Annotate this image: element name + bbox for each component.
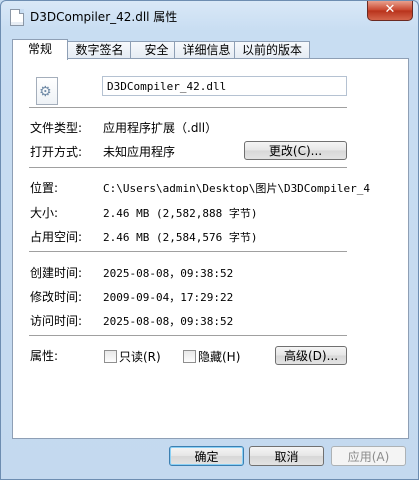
tab-previous-versions[interactable]: 以前的版本 <box>234 41 310 59</box>
properties-dialog: D3DCompiler_42.dll 属性 ✕ 常规 数字签名 安全 详细信息 … <box>0 0 419 480</box>
ok-button[interactable]: 确定 <box>169 446 244 466</box>
size-value: 2.46 MB (2,582,888 字节) <box>103 207 258 220</box>
attributes-label: 属性: <box>30 349 59 363</box>
file-type-value: 应用程序扩展（.dll） <box>103 121 218 135</box>
hidden-checkbox[interactable] <box>183 350 196 363</box>
general-tab-panel: D3DCompiler_42.dll 文件类型: 应用程序扩展（.dll） 打开… <box>12 58 409 439</box>
cancel-button[interactable]: 取消 <box>249 446 324 466</box>
accessed-label: 访问时间: <box>30 314 83 328</box>
modified-value: 2009-09-04，17:29:22 <box>103 291 234 304</box>
apply-button[interactable]: 应用(A) <box>331 446 406 466</box>
window-title: D3DCompiler_42.dll 属性 <box>30 10 178 24</box>
hidden-label[interactable]: 隐藏(H) <box>198 348 240 365</box>
size-on-disk-value: 2.46 MB (2,584,576 字节) <box>103 231 258 244</box>
location-label: 位置: <box>30 181 59 195</box>
accessed-value: 2025-08-08，09:38:52 <box>103 315 234 328</box>
opens-with-value: 未知应用程序 <box>103 145 176 159</box>
title-bar: D3DCompiler_42.dll 属性 ✕ <box>1 1 418 31</box>
file-icon <box>10 9 24 26</box>
size-label: 大小: <box>30 206 59 220</box>
file-type-label: 文件类型: <box>30 121 83 135</box>
location-value: C:\Users\admin\Desktop\图片\D3DCompiler_4 <box>103 182 371 195</box>
created-value: 2025-08-08，09:38:52 <box>103 267 234 280</box>
size-on-disk-label: 占用空间: <box>30 230 83 244</box>
advanced-button[interactable]: 高级(D)... <box>275 346 347 365</box>
change-button[interactable]: 更改(C)... <box>244 141 347 160</box>
dll-file-icon <box>36 77 58 105</box>
readonly-label[interactable]: 只读(R) <box>119 348 161 365</box>
modified-label: 修改时间: <box>30 290 83 304</box>
tab-details[interactable]: 详细信息 <box>174 41 239 59</box>
divider <box>29 107 347 109</box>
divider <box>29 167 347 169</box>
created-label: 创建时间: <box>30 266 83 280</box>
divider <box>29 335 347 337</box>
file-name-field[interactable]: D3DCompiler_42.dll <box>102 76 347 96</box>
tab-general[interactable]: 常规 <box>12 39 68 60</box>
divider <box>29 251 347 253</box>
readonly-checkbox[interactable] <box>104 350 117 363</box>
close-button[interactable]: ✕ <box>367 1 413 21</box>
tab-digital-signatures[interactable]: 数字签名 <box>67 41 132 59</box>
opens-with-label: 打开方式: <box>30 145 83 159</box>
